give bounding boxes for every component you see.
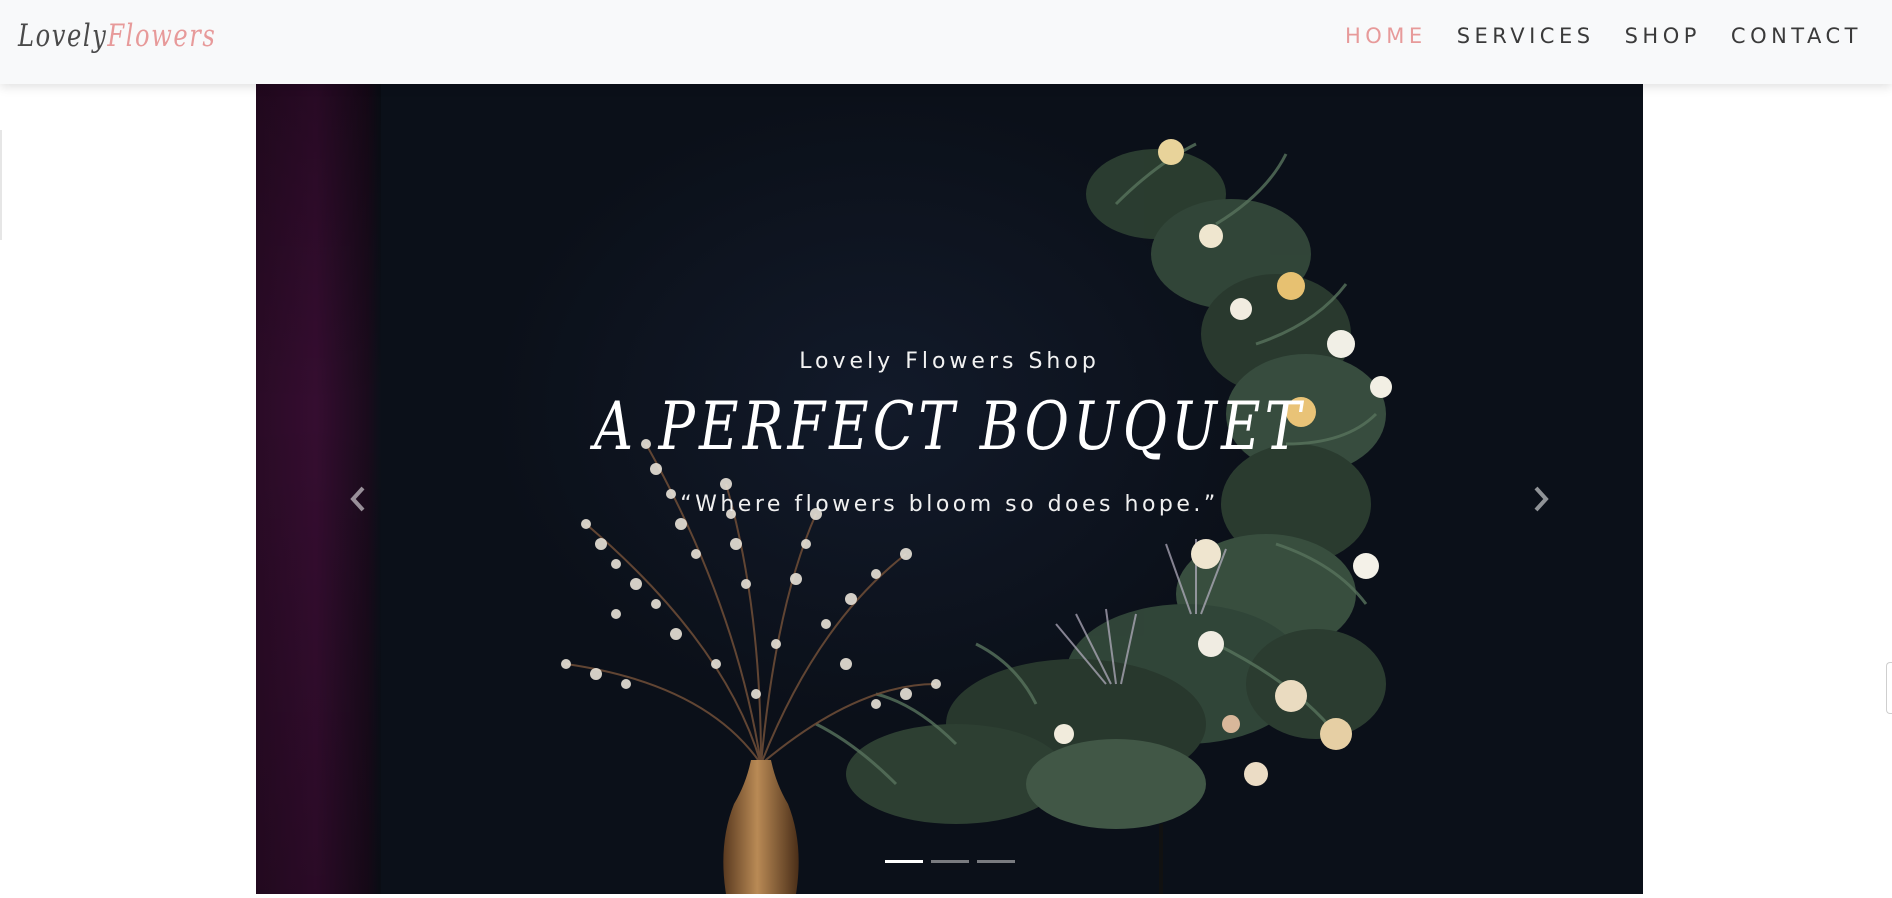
brand-logo[interactable]: LovelyFlowers (18, 18, 216, 54)
chevron-right-icon (1534, 486, 1549, 512)
hero-caption: Lovely Flowers Shop A PERFECT BOUQUET “W… (256, 349, 1643, 517)
carousel-indicator-2[interactable] (930, 860, 969, 863)
brass-vase (723, 760, 799, 894)
carousel-indicators (256, 860, 1643, 863)
left-edge-mark (0, 130, 2, 240)
nav-contact-link[interactable]: CONTACT (1731, 24, 1862, 48)
brand-part-lovely: Lovely (18, 18, 108, 54)
nav-home-link[interactable]: HOME (1345, 24, 1427, 48)
chevron-left-icon (350, 486, 365, 512)
hero-title: A PERFECT BOUQUET (594, 388, 1305, 465)
hero-carousel: Lovely Flowers Shop A PERFECT BOUQUET “W… (256, 84, 1643, 894)
main-nav: HOME SERVICES SHOP CONTACT (1345, 24, 1862, 48)
carousel-prev-button[interactable] (328, 464, 388, 534)
hero-subtitle: Lovely Flowers Shop (799, 349, 1100, 374)
nav-shop-link[interactable]: SHOP (1625, 24, 1701, 48)
carousel-next-button[interactable] (1511, 464, 1571, 534)
carousel-indicator-3[interactable] (976, 860, 1015, 863)
scroll-handle[interactable] (1886, 662, 1892, 714)
carousel-indicator-1[interactable] (884, 860, 923, 863)
nav-services-link[interactable]: SERVICES (1457, 24, 1595, 48)
brand-part-flowers: Flowers (107, 18, 217, 54)
hero-quote: “Where flowers bloom so does hope.” (680, 492, 1219, 517)
navbar: LovelyFlowers HOME SERVICES SHOP CONTACT (0, 0, 1892, 84)
